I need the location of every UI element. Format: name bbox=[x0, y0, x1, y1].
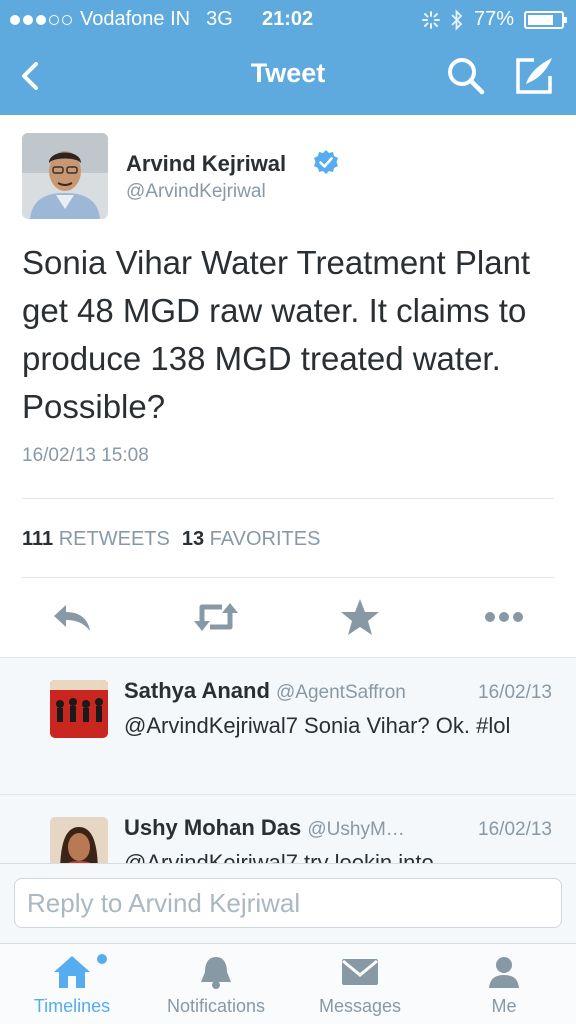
reply-text: @ArvindKejriwal7 Sonia Vihar? Ok. #lol bbox=[124, 713, 511, 738]
tab-messages[interactable]: Messages bbox=[288, 944, 432, 1024]
tweet-stats: 111 RETWEETS 13 FAVORITES bbox=[22, 528, 320, 551]
person-icon bbox=[489, 957, 519, 988]
divider bbox=[22, 577, 554, 578]
reply-text: @ArvindKejriwal7 try lookin into bbox=[124, 850, 434, 863]
more-icon[interactable] bbox=[480, 595, 528, 639]
tab-bar: Timelines Notifications Messages Me bbox=[0, 943, 576, 1024]
search-icon[interactable] bbox=[444, 54, 488, 98]
carrier-label: Vodafone IN bbox=[80, 8, 191, 30]
avatar[interactable] bbox=[22, 133, 108, 219]
favorite-star-icon[interactable] bbox=[336, 595, 384, 639]
verified-badge-icon bbox=[314, 150, 338, 174]
tab-timelines[interactable]: Timelines bbox=[0, 944, 144, 1024]
compose-icon[interactable] bbox=[512, 54, 556, 98]
reply-author-name: Sathya Anand bbox=[124, 678, 270, 703]
reply-icon[interactable] bbox=[48, 595, 96, 639]
retweets-count: 111 bbox=[22, 528, 54, 550]
tweet-actions bbox=[0, 595, 576, 657]
signal-strength-icon bbox=[10, 14, 72, 25]
network-label: 3G bbox=[206, 8, 233, 30]
unread-dot-badge bbox=[97, 954, 107, 964]
avatar[interactable] bbox=[50, 680, 108, 738]
reply-author[interactable]: Ushy Mohan Das @UshyM… bbox=[124, 815, 405, 841]
reply-bar bbox=[0, 863, 576, 943]
bell-icon bbox=[201, 957, 231, 989]
tweet-text: Sonia Vihar Water Treatment Plant get 48… bbox=[22, 244, 531, 425]
tab-label: Messages bbox=[318, 996, 402, 1016]
page-title: Tweet bbox=[250, 58, 326, 88]
reply-author-handle: @AgentSaffron bbox=[276, 682, 406, 703]
favorites-label: FAVORITES bbox=[209, 528, 321, 550]
bluetooth-icon bbox=[451, 8, 463, 31]
reply-date: 16/02/13 bbox=[478, 682, 552, 703]
retweets-label: RETWEETS bbox=[58, 528, 170, 550]
reply-author-handle: @UshyM… bbox=[307, 819, 405, 840]
top-bar: Vodafone IN 3G 21:02 77% Tweet bbox=[0, 0, 576, 115]
divider bbox=[22, 498, 554, 499]
author-name[interactable]: Arvind Kejriwal bbox=[126, 151, 286, 177]
tab-notifications[interactable]: Notifications bbox=[144, 944, 288, 1024]
tab-label: Timelines bbox=[33, 996, 111, 1016]
reply-date: 16/02/13 bbox=[478, 819, 552, 840]
tweet-timestamp: 16/02/13 15:08 bbox=[22, 445, 149, 466]
navigation-bar: Tweet bbox=[0, 38, 576, 115]
reply-author[interactable]: Sathya Anand @AgentSaffron bbox=[124, 678, 406, 704]
list-item[interactable]: Sathya Anand @AgentSaffron 16/02/13 @Arv… bbox=[0, 658, 576, 795]
retweet-icon[interactable] bbox=[192, 595, 240, 639]
activity-icon bbox=[421, 10, 440, 29]
battery-fill bbox=[528, 14, 553, 25]
list-item[interactable]: Ushy Mohan Das @UshyM… 16/02/13 @ArvindK… bbox=[0, 795, 576, 863]
avatar[interactable] bbox=[50, 817, 108, 863]
replies-list: Sathya Anand @AgentSaffron 16/02/13 @Arv… bbox=[0, 657, 576, 863]
reply-input[interactable] bbox=[14, 878, 562, 928]
tab-me[interactable]: Me bbox=[432, 944, 576, 1024]
tab-label: Notifications bbox=[166, 996, 266, 1016]
favorites-count: 13 bbox=[181, 528, 205, 550]
battery-percent: 77% bbox=[473, 8, 514, 30]
tab-label: Me bbox=[491, 996, 517, 1016]
status-time: 21:02 bbox=[262, 8, 314, 30]
retweets-stat[interactable]: 111 RETWEETS bbox=[22, 528, 170, 550]
envelope-icon bbox=[342, 959, 378, 985]
author-handle[interactable]: @ArvindKejriwal bbox=[126, 181, 266, 203]
reply-author-name: Ushy Mohan Das bbox=[124, 815, 302, 840]
battery-icon bbox=[524, 10, 567, 29]
favorites-stat[interactable]: 13 FAVORITES bbox=[182, 528, 321, 550]
status-bar: Vodafone IN 3G 21:02 77% bbox=[0, 0, 576, 38]
home-icon bbox=[54, 956, 90, 988]
